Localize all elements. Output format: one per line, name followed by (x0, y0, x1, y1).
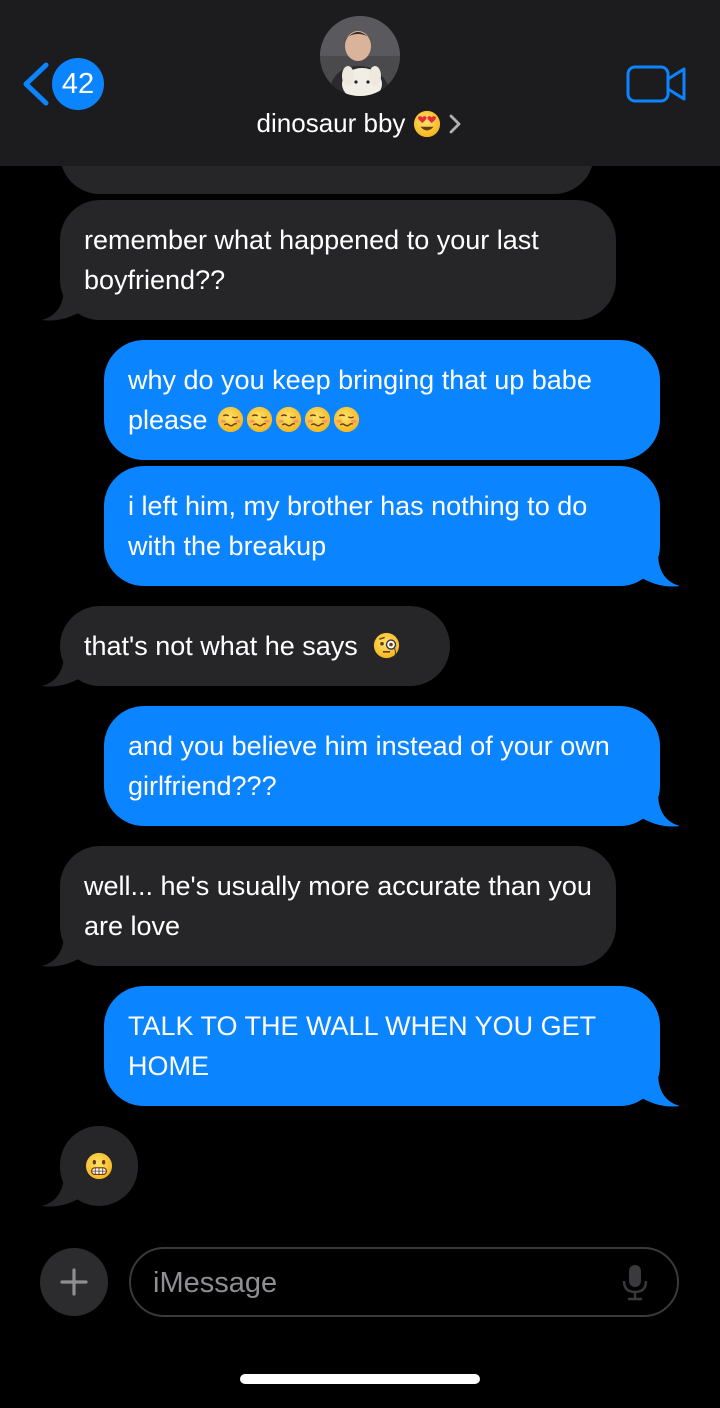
message-text: TALK TO THE WALL WHEN YOU GET HOME (128, 1011, 596, 1081)
message-text: remember what happened to your last boyf… (84, 225, 539, 295)
message-text: i left him, my brother has nothing to do… (128, 491, 588, 561)
back-button[interactable]: 42 (20, 56, 104, 112)
contact-avatar[interactable] (320, 16, 400, 96)
bubble-tail-incoming (42, 1172, 80, 1207)
message-bubble-incoming[interactable]: that's not what he says (60, 606, 450, 686)
bubble-tail-outgoing (642, 792, 680, 827)
unread-count-badge: 42 (52, 58, 104, 110)
woozy-face-emoji-icon (275, 406, 302, 433)
bubble-tail-incoming (42, 652, 80, 687)
message-input[interactable] (151, 1249, 595, 1317)
dictation-button[interactable] (621, 1263, 649, 1308)
video-call-button[interactable] (626, 64, 688, 109)
bubble-tail-outgoing (642, 552, 680, 587)
message-bubble-outgoing[interactable]: i left him, my brother has nothing to do… (104, 466, 660, 586)
face-with-monocle-emoji-icon (373, 632, 400, 659)
message-bubble-incoming[interactable]: remember what happened to your last boyf… (60, 200, 616, 320)
home-indicator[interactable] (240, 1374, 480, 1384)
message-text: and you believe him instead of your own … (128, 731, 610, 801)
woozy-face-emoji-icon (217, 406, 244, 433)
contact-name: dinosaur bby (256, 108, 406, 138)
message-bubble-outgoing[interactable]: why do you keep bringing that up babe pl… (104, 340, 660, 460)
message-bubble-incoming[interactable]: well... he's usually more accurate than … (60, 846, 616, 966)
microphone-icon (622, 1265, 648, 1301)
plus-icon (60, 1268, 88, 1296)
woozy-face-emoji-icon (246, 406, 273, 433)
message-text: well... he's usually more accurate than … (84, 871, 592, 941)
message-bubble-outgoing[interactable]: and you believe him instead of your own … (104, 706, 660, 826)
video-camera-icon (626, 65, 686, 103)
grimacing-face-emoji-icon (85, 1152, 113, 1180)
avatar-photo (320, 16, 400, 96)
conversation-header: 42 dinosaur bby (0, 0, 720, 166)
message-bubble-outgoing[interactable]: TALK TO THE WALL WHEN YOU GET HOME (104, 986, 660, 1106)
woozy-face-emoji-icon (304, 406, 331, 433)
contact-name-button[interactable]: dinosaur bby (0, 108, 720, 139)
apps-plus-button[interactable] (40, 1248, 108, 1316)
chevron-left-icon (23, 62, 49, 106)
heart-eyes-emoji-icon (413, 110, 441, 138)
bubble-tail-incoming (42, 932, 80, 967)
message-text: that's not what he says (84, 631, 358, 661)
bubble-tail-outgoing (642, 1072, 680, 1107)
message-input-field[interactable] (129, 1247, 679, 1317)
woozy-face-emoji-icon (333, 406, 360, 433)
bubble-tail-incoming (42, 286, 80, 321)
chevron-right-icon (450, 114, 461, 133)
